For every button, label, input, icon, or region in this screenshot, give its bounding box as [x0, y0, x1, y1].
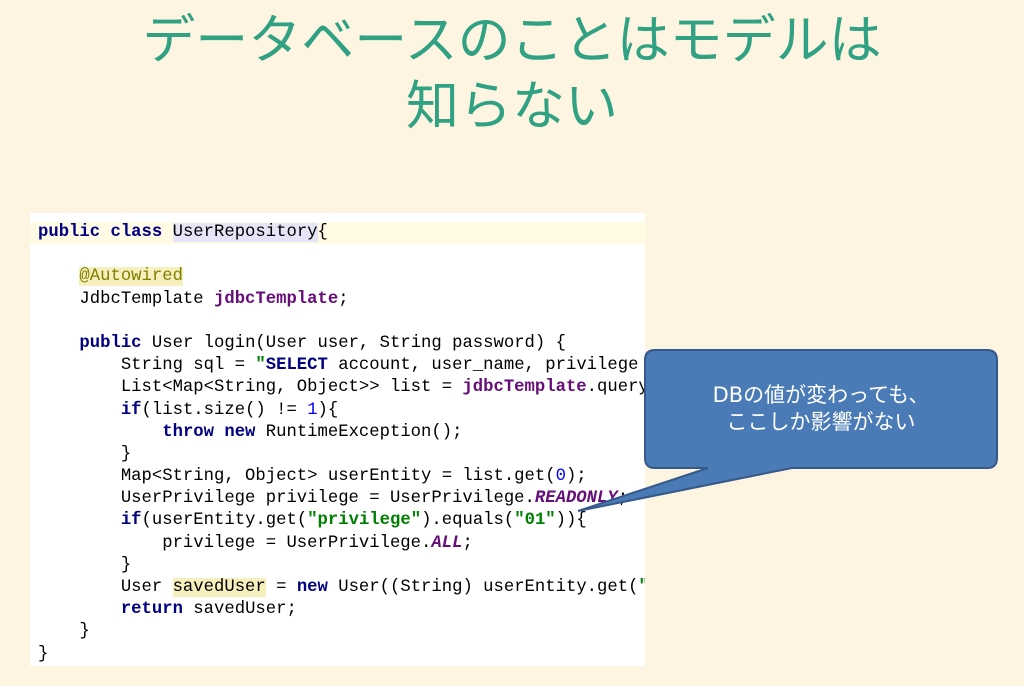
- slide-title: データベースのことはモデルは 知らない: [0, 8, 1024, 140]
- code-line: @Autowired: [30, 266, 645, 288]
- code-token: SELECT: [265, 356, 328, 376]
- callout-text: DBの値が変わっても、 ここしか影響がない: [645, 350, 997, 468]
- code-token: String sql =: [38, 356, 256, 376]
- code-token: if: [120, 511, 142, 531]
- code-line: }: [30, 555, 645, 577]
- code-token: if: [120, 400, 142, 420]
- callout-text-line: ここしか影響がない: [726, 410, 916, 434]
- code-token: ){: [317, 400, 339, 420]
- slide-title-line: データベースのことはモデルは: [142, 10, 882, 71]
- code-line: UserPrivilege privilege = UserPrivilege.…: [30, 488, 645, 510]
- code-token: List<Map<String, Object>> list =: [38, 378, 463, 398]
- code-token: privilege = UserPrivilege.: [38, 533, 432, 553]
- code-line: Map<String, Object> userEntity = list.ge…: [30, 466, 645, 488]
- code-token: READONLY: [534, 489, 618, 509]
- code-token: ": [255, 356, 266, 376]
- code-line: }: [30, 444, 645, 466]
- code-line: String sql = "SELECT account, user_name,…: [30, 355, 645, 377]
- code-token: savedUser;: [182, 600, 297, 620]
- code-token: (list.size() !=: [141, 400, 308, 420]
- slide: データベースのことはモデルは 知らない public class UserRep…: [0, 0, 1024, 686]
- code-token: public class: [38, 223, 163, 242]
- code-token: RuntimeException();: [255, 422, 463, 442]
- code-token: )){: [555, 511, 587, 531]
- code-token: }: [38, 555, 132, 575]
- code-line: return savedUser;: [30, 599, 645, 621]
- code-token: User((String) userEntity.get(: [327, 578, 639, 597]
- code-token: ;: [617, 489, 629, 509]
- code-line: User savedUser = new User((String) userE…: [30, 577, 645, 599]
- code-token: UserRepository: [172, 223, 318, 242]
- code-token: UserPrivilege privilege = UserPrivilege.: [38, 489, 535, 509]
- code-token: =: [265, 578, 297, 597]
- code-token: }: [38, 644, 49, 664]
- code-token: 0: [555, 467, 566, 487]
- code-token: .query: [586, 378, 645, 398]
- code-token: new: [296, 578, 328, 597]
- code-line: JdbcTemplate jdbcTemplate;: [30, 289, 645, 311]
- code-token: (userEntity.get(: [141, 511, 308, 531]
- code-token: 1: [307, 400, 318, 420]
- code-token: @Autowired: [79, 267, 183, 287]
- code-line: List<Map<String, Object>> list = jdbcTem…: [30, 377, 645, 399]
- code-token: {: [317, 223, 328, 242]
- code-token: ALL: [431, 533, 463, 553]
- code-token: return: [120, 600, 183, 620]
- code-line: if(userEntity.get("privilege").equals("0…: [30, 510, 645, 532]
- code-token: }: [38, 622, 90, 642]
- code-token: User login(User user, String password) {: [141, 333, 566, 353]
- code-token: public: [79, 333, 142, 353]
- code-token: ).equals(: [421, 511, 515, 531]
- code-token: ;: [462, 533, 473, 553]
- slide-title-line: 知らない: [406, 76, 618, 137]
- code-screenshot: public class UserRepository{ @Autowired …: [30, 213, 645, 666]
- code-token: JdbcTemplate: [38, 289, 214, 309]
- code-line-current: public class UserRepository{: [30, 222, 645, 245]
- code-line: privilege = UserPrivilege.ALL;: [30, 533, 645, 555]
- code-token: jdbcTemplate: [213, 289, 339, 309]
- code-token: User: [38, 578, 173, 597]
- code-line: public User login(User user, String pass…: [30, 333, 645, 355]
- code-token: ": [638, 578, 645, 597]
- code-token: account, user_name, privilege: [327, 356, 639, 376]
- code-line: }: [30, 644, 645, 666]
- code-token: jdbcTemplate: [462, 378, 587, 398]
- code-line: throw new RuntimeException();: [30, 422, 645, 444]
- code-token: Map<String, Object> userEntity = list.ge…: [38, 467, 556, 487]
- code-token: throw new: [162, 422, 256, 442]
- code-token: }: [38, 444, 132, 464]
- code-token: );: [565, 467, 587, 487]
- code-token: ;: [338, 289, 349, 309]
- code-token: savedUser: [172, 578, 266, 597]
- callout-text-line: DBの値が変わっても、: [712, 383, 930, 407]
- code-token: "01": [514, 511, 556, 531]
- code-line: if(list.size() != 1){: [30, 400, 645, 422]
- code-token: "privilege": [307, 511, 422, 531]
- code-line: }: [30, 621, 645, 643]
